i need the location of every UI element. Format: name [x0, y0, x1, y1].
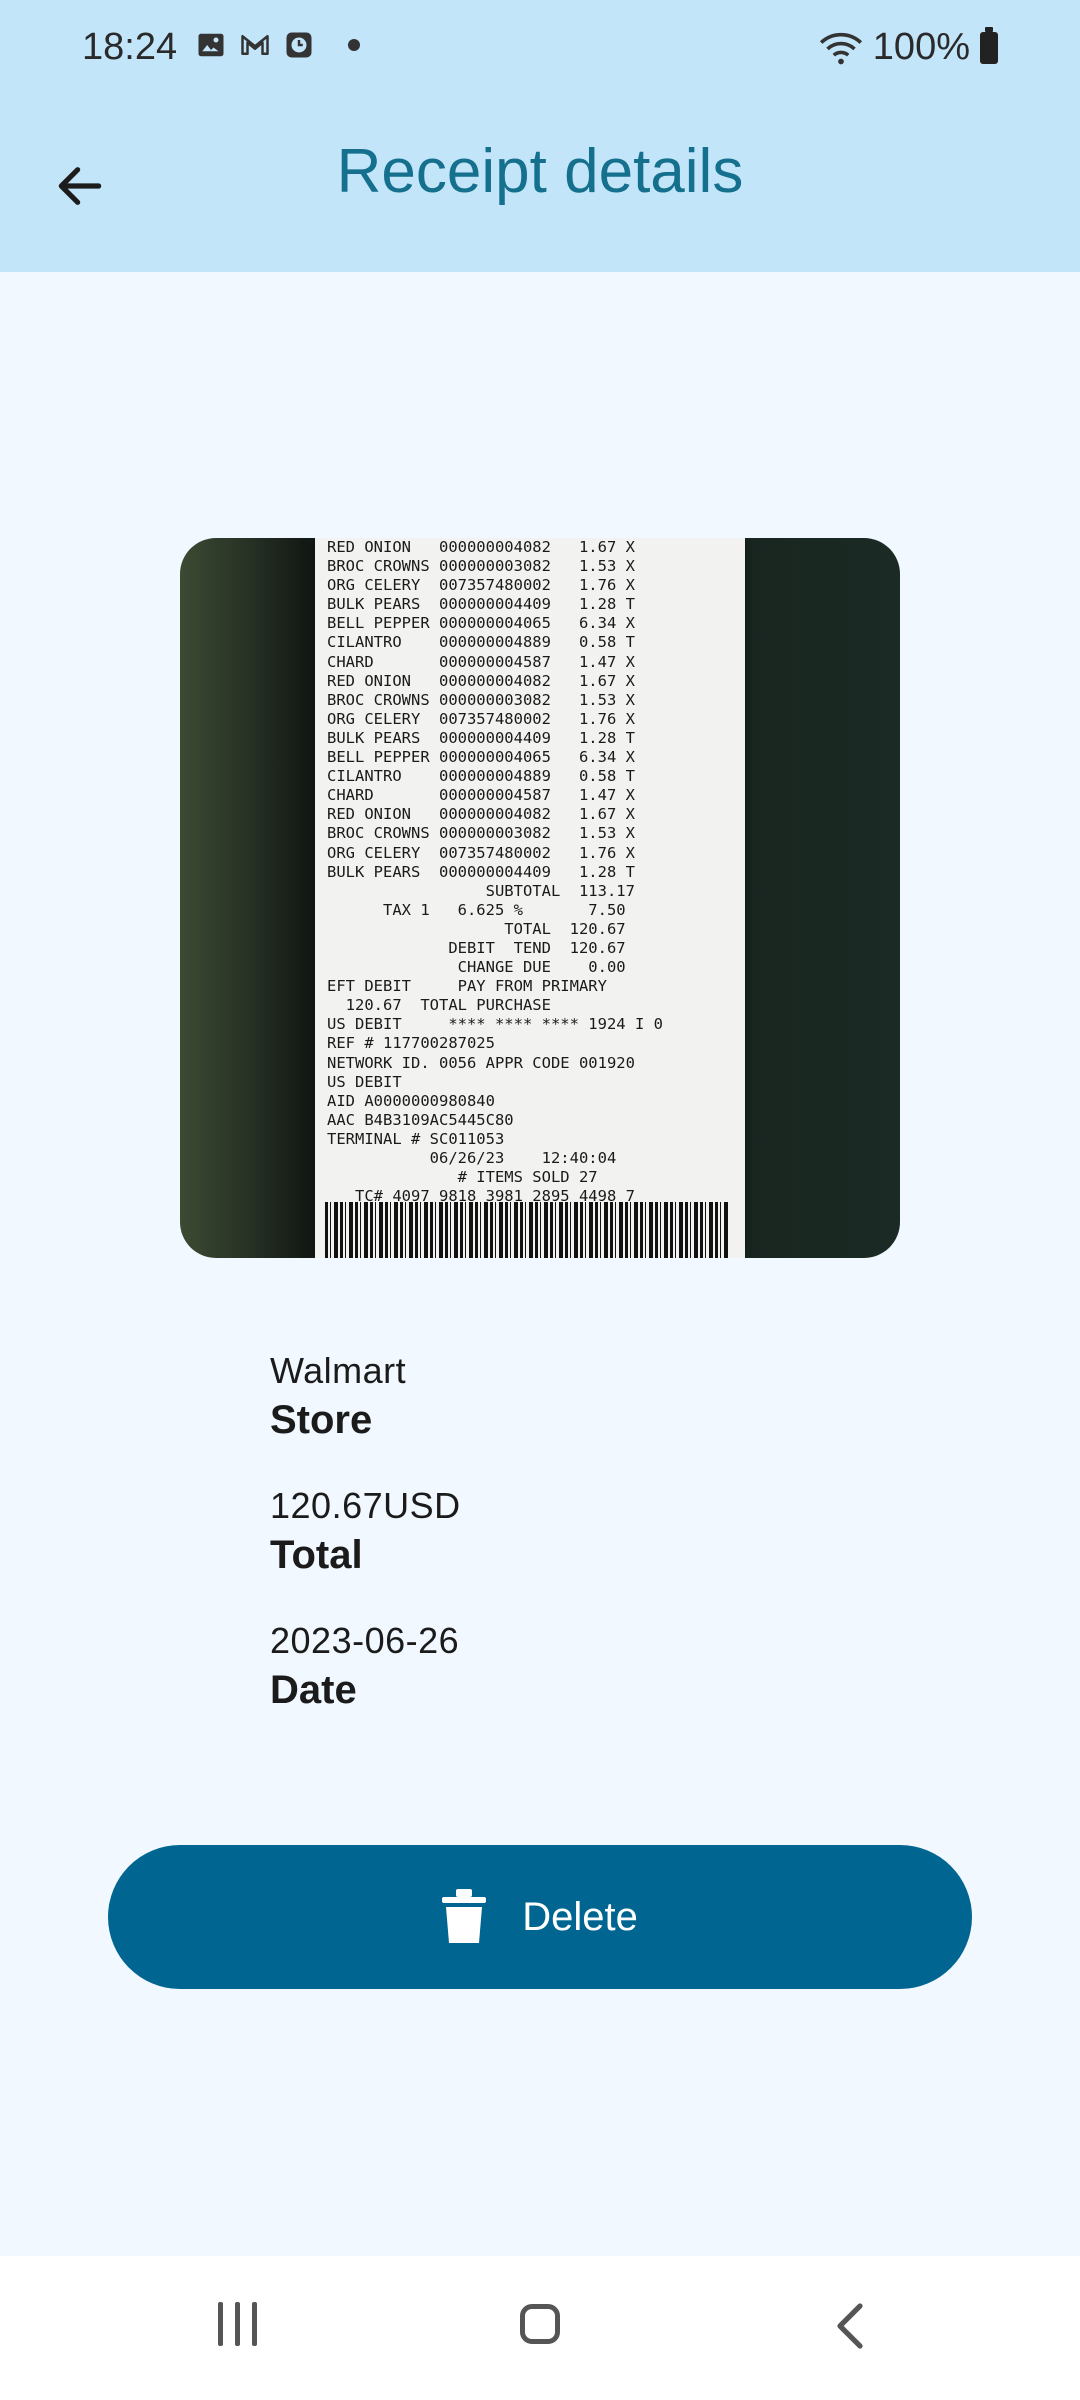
- notification-dot: [348, 39, 360, 51]
- total-label: Total: [270, 1533, 363, 1577]
- receipt-image: RED ONION 000000004082 1.67 X BROC CROWNS…: [180, 538, 900, 1258]
- status-notification-icons: [196, 30, 360, 60]
- receipt-line: RED ONION 000000004082 1.67 X: [327, 805, 635, 824]
- date-value: 2023-06-26: [270, 1620, 460, 1661]
- total-value: 120.67USD: [270, 1485, 461, 1526]
- receipt-line: ORG CELERY 007357480002 1.76 X: [327, 709, 635, 728]
- receipt-line: BULK PEARS 000000004409 1.28 T: [327, 595, 635, 614]
- receipt-line: CHANGE DUE 0.00: [327, 958, 626, 977]
- gmail-icon: [241, 35, 269, 55]
- receipt-line: TOTAL 120.67: [327, 919, 626, 938]
- receipt-paper: RED ONION 000000004082 1.67 X BROC CROWNS…: [315, 538, 745, 1258]
- wifi-icon: [819, 32, 862, 64]
- receipt-line: TAX 1 6.625 % 7.50: [327, 900, 626, 919]
- image-icon: [198, 33, 224, 57]
- receipt-line: AID A0000000980840: [327, 1091, 495, 1110]
- trash-icon: [442, 1889, 487, 1943]
- receipt-line: TERMINAL # SC011053: [327, 1129, 505, 1148]
- barcode: [325, 1202, 729, 1258]
- receipt-line: 120.67 TOTAL PURCHASE: [327, 996, 551, 1015]
- store-field: Walmart Store: [270, 1350, 461, 1443]
- receipt-line: RED ONION 000000004082 1.67 X: [327, 671, 635, 690]
- receipt-line: CHARD 000000004587 1.47 X: [327, 786, 635, 805]
- receipt-line: 06/26/23 12:40:04: [327, 1149, 617, 1167]
- recent-apps-icon[interactable]: [218, 2302, 257, 2346]
- receipt-line: BROC CROWNS 000000003082 1.53 X: [327, 824, 635, 843]
- battery-percentage: 100%: [872, 26, 970, 68]
- receipt-line: US DEBIT **** **** **** 1924 I 0: [327, 1015, 663, 1034]
- receipt-line: ORG CELERY 007357480002 1.76 X: [327, 576, 635, 595]
- receipt-line: SUBTOTAL 113.17: [327, 881, 635, 900]
- receipt-line: BROC CROWNS 000000003082 1.53 X: [327, 557, 635, 576]
- receipt-line: REF # 117700287025: [327, 1034, 495, 1053]
- receipt-line: NETWORK ID. 0056 APPR CODE 001920: [327, 1053, 635, 1072]
- receipt-line: # ITEMS SOLD 27: [327, 1168, 598, 1187]
- store-label: Store: [270, 1398, 373, 1442]
- receipt-line: BROC CROWNS 000000003082 1.53 X: [327, 690, 635, 709]
- status-bar: 18:24 100%: [0, 0, 1080, 100]
- clock-app-icon: [286, 32, 312, 58]
- delete-button-label: Delete: [522, 1894, 638, 1939]
- system-nav-bar: [0, 2256, 1080, 2400]
- home-icon[interactable]: [520, 2304, 560, 2344]
- receipt-line: CILANTRO 000000004889 0.58 T: [327, 633, 635, 652]
- delete-button[interactable]: Delete: [108, 1845, 972, 1989]
- receipt-line: AAC B4B3109AC5445C80: [327, 1110, 514, 1129]
- receipt-details: Walmart Store 120.67USD Total 2023-06-26…: [270, 1350, 461, 1755]
- receipt-line: DEBIT TEND 120.67: [327, 938, 626, 957]
- back-icon[interactable]: [830, 2302, 874, 2350]
- date-field: 2023-06-26 Date: [270, 1620, 461, 1713]
- battery-icon: [980, 26, 998, 64]
- total-field: 120.67USD Total: [270, 1485, 461, 1578]
- receipt-line: EFT DEBIT PAY FROM PRIMARY: [327, 977, 607, 996]
- receipt-line: BULK PEARS 000000004409 1.28 T: [327, 728, 635, 747]
- status-system-icons: 100%: [819, 26, 998, 69]
- app-bar: Receipt details: [0, 100, 1080, 272]
- receipt-line: CHARD 000000004587 1.47 X: [327, 652, 635, 671]
- receipt-line: BELL PEPPER 000000004065 6.34 X: [327, 614, 635, 633]
- receipt-line: BELL PEPPER 000000004065 6.34 X: [327, 748, 635, 767]
- receipt-text: RED ONION 000000004082 1.67 X BROC CROWNS…: [327, 538, 733, 1206]
- receipt-line: US DEBIT: [327, 1072, 402, 1091]
- receipt-line: CILANTRO 000000004889 0.58 T: [327, 767, 635, 786]
- receipt-line: ORG CELERY 007357480002 1.76 X: [327, 843, 635, 862]
- receipt-line: BULK PEARS 000000004409 1.28 T: [327, 862, 635, 881]
- date-label: Date: [270, 1668, 357, 1712]
- store-value: Walmart: [270, 1350, 407, 1391]
- page-title: Receipt details: [336, 137, 744, 206]
- receipt-line: RED ONION 000000004082 1.67 X: [327, 538, 635, 556]
- status-time: 18:24: [82, 26, 178, 68]
